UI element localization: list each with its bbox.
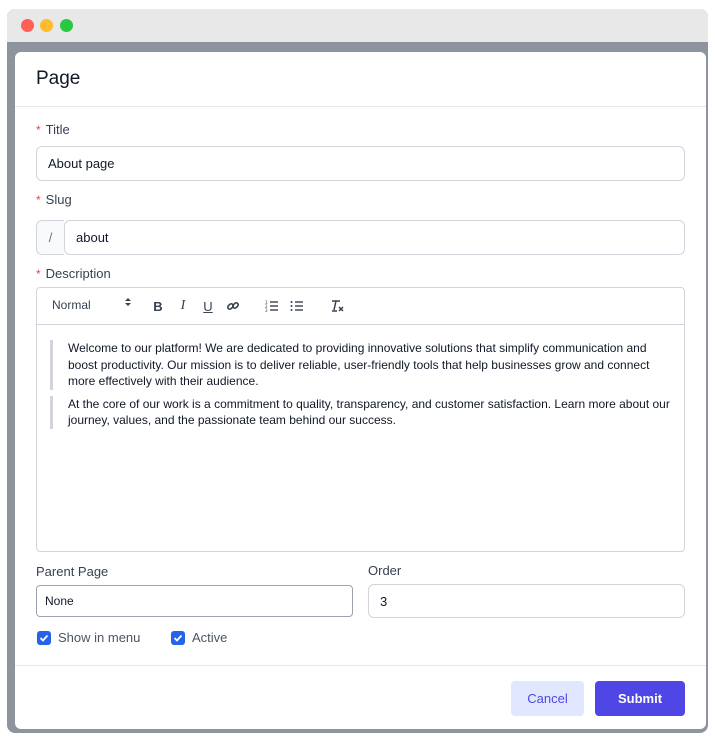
page-title: Page xyxy=(36,68,81,89)
title-input[interactable]: About page xyxy=(36,146,685,181)
maximize-window-button[interactable] xyxy=(60,19,73,32)
parent-page-label: Parent Page xyxy=(36,564,109,579)
link-icon[interactable] xyxy=(224,297,242,315)
ordered-list-icon[interactable]: 1 2 3 xyxy=(263,297,281,315)
page-form-card: Page * Title About page * Slug / about * De… xyxy=(15,52,706,729)
close-window-button[interactable] xyxy=(21,19,34,32)
editor-content[interactable]: Welcome to our platform! We are dedicate… xyxy=(50,340,670,435)
slug-prefix: / xyxy=(36,220,64,255)
blockquote-paragraph: Welcome to our platform! We are dedicate… xyxy=(50,340,670,390)
active-checkbox[interactable] xyxy=(171,631,185,645)
required-mark: * xyxy=(36,193,41,207)
title-input-value: About page xyxy=(48,156,115,171)
description-label: * Description xyxy=(36,266,111,281)
browser-window: Page * Title About page * Slug / about * De… xyxy=(7,9,708,733)
order-input-value: 3 xyxy=(380,593,388,609)
order-input[interactable]: 3 xyxy=(368,584,685,618)
editor-toolbar: Normal B I U 1 2 3 xyxy=(37,288,684,325)
slug-label-text: Slug xyxy=(45,192,72,207)
format-select-value: Normal xyxy=(52,298,91,312)
slug-input-value: about xyxy=(76,230,109,245)
required-mark: * xyxy=(36,123,41,137)
show-in-menu-checkbox[interactable] xyxy=(37,631,51,645)
parent-page-select[interactable]: None xyxy=(36,585,353,617)
svg-text:3: 3 xyxy=(265,308,268,312)
underline-icon[interactable]: U xyxy=(199,297,217,315)
parent-page-value: None xyxy=(45,594,74,608)
required-mark: * xyxy=(36,267,41,281)
card-header: Page xyxy=(15,52,706,107)
order-label: Order xyxy=(368,563,402,578)
format-select[interactable]: Normal xyxy=(52,298,132,312)
active-label[interactable]: Active xyxy=(192,630,227,645)
window-titlebar xyxy=(7,9,708,42)
slug-input[interactable]: about xyxy=(64,220,685,255)
cancel-button[interactable]: Cancel xyxy=(511,681,584,716)
clear-format-icon[interactable] xyxy=(328,297,346,315)
check-icon xyxy=(39,634,49,642)
bold-icon[interactable]: B xyxy=(149,297,167,315)
title-label-text: Title xyxy=(45,122,70,137)
minimize-window-button[interactable] xyxy=(40,19,53,32)
description-editor: Normal B I U 1 2 3 Welcome to our platfo… xyxy=(36,287,685,552)
check-icon xyxy=(173,634,183,642)
bullet-list-icon[interactable] xyxy=(288,297,306,315)
show-in-menu-label[interactable]: Show in menu xyxy=(58,630,140,645)
italic-icon[interactable]: I xyxy=(174,297,192,315)
slug-label: * Slug xyxy=(36,192,72,207)
card-footer: Cancel Submit xyxy=(15,665,706,729)
select-arrows-icon xyxy=(124,296,132,308)
title-label: * Title xyxy=(36,122,70,137)
description-label-text: Description xyxy=(45,266,111,281)
submit-button[interactable]: Submit xyxy=(595,681,685,716)
blockquote-paragraph: At the core of our work is a commitment … xyxy=(50,395,670,429)
